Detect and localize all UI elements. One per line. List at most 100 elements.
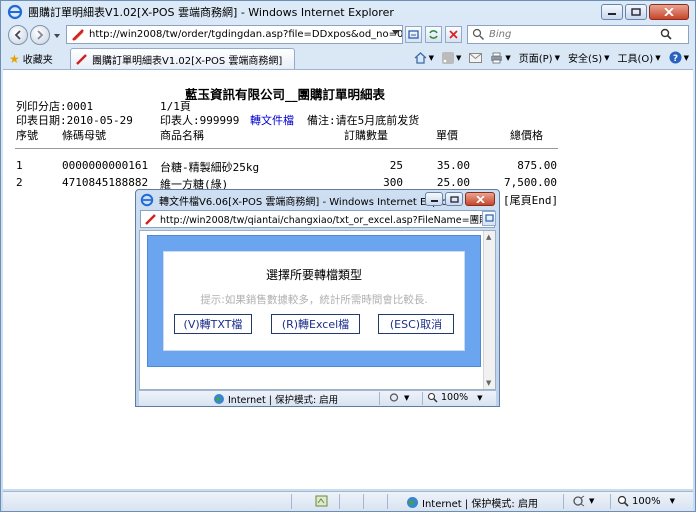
- protected-mode-icon: [573, 495, 585, 507]
- tools-menu-label: 工具(O): [617, 54, 654, 65]
- mail-icon: [469, 52, 483, 63]
- globe-icon: [214, 394, 224, 404]
- popup-maximize-button[interactable]: [445, 192, 463, 206]
- maximize-button[interactable]: [625, 4, 647, 20]
- back-button[interactable]: [8, 25, 28, 45]
- status-addon[interactable]: [315, 495, 328, 507]
- table-cell-price: 25.00: [436, 176, 470, 189]
- help-button[interactable]: ? ▼: [669, 51, 689, 64]
- popup-compatibility-button[interactable]: [482, 211, 496, 226]
- column-header-quantity: 訂購數量: [344, 129, 388, 142]
- protected-mode-icon: [389, 393, 399, 402]
- globe-icon: [407, 497, 418, 508]
- maximize-icon: [449, 195, 459, 203]
- table-cell-quantity: 300: [383, 176, 403, 189]
- search-icon[interactable]: [660, 28, 672, 40]
- table-cell-barcode: 0000000000161: [62, 159, 149, 172]
- scroll-down-icon[interactable]: ▼: [486, 379, 491, 387]
- forward-button[interactable]: [30, 25, 50, 45]
- compatibility-icon: [484, 214, 494, 222]
- report-printer: 印表人:999999: [160, 114, 240, 127]
- minimize-icon: [608, 13, 616, 15]
- popup-status-zone-label: Internet | 保护模式: 启用: [228, 395, 339, 406]
- maximize-icon: [631, 8, 641, 16]
- popup-close-button[interactable]: [465, 192, 495, 206]
- status-zone[interactable]: Internet | 保护模式: 启用: [406, 495, 538, 510]
- addon-icon: [315, 495, 328, 507]
- ie-icon: [140, 193, 154, 207]
- table-cell-barcode: 4710845188882: [62, 176, 149, 189]
- popup-title-bar: 轉文件檔V6.06[X-POS 雲端商務網] - Windows Interne…: [136, 190, 499, 210]
- print-button[interactable]: ▼: [490, 52, 511, 64]
- convert-excel-button[interactable]: (R)轉Excel檔: [271, 314, 360, 334]
- popup-protected-mode-button[interactable]: ▼: [389, 392, 409, 403]
- status-bar: Internet | 保护模式: 启用 ▼ 100% ▼: [3, 491, 693, 511]
- refresh-button[interactable]: [425, 26, 442, 43]
- mail-button[interactable]: [469, 52, 483, 63]
- search-placeholder: Bing: [489, 29, 512, 40]
- stop-button[interactable]: [445, 26, 462, 43]
- tab-label: 團購訂單明細表V1.02[X-POS 雲端商務網]: [92, 55, 283, 67]
- page-icon: [145, 213, 156, 225]
- table-cell-quantity: 25: [389, 159, 403, 172]
- popup-address-bar[interactable]: http://win2008/tw/qiantai/changxiao/txt_…: [140, 210, 495, 228]
- close-button[interactable]: [649, 4, 689, 20]
- convert-hint: 提示:如果銷售數據較多，統計所需時間會比較長.: [200, 294, 428, 306]
- compatibility-button[interactable]: [405, 26, 422, 43]
- page-menu[interactable]: 页面(P) ▼: [518, 50, 560, 66]
- arrow-left-icon: [14, 30, 21, 40]
- table-cell-total: 875.00: [517, 159, 557, 172]
- report-end-mark: [尾頁End]: [503, 194, 559, 207]
- home-button[interactable]: ▼: [414, 51, 434, 64]
- cancel-button[interactable]: (ESC)取消: [378, 314, 454, 334]
- page-icon: [76, 53, 87, 65]
- popup-zoom-control[interactable]: 100% ▼: [427, 392, 483, 403]
- popup-status-zone[interactable]: Internet | 保护模式: 启用: [213, 392, 338, 406]
- favorites-label: 收藏夹: [22, 55, 53, 66]
- column-header-barcode: 條碼母號: [62, 129, 106, 142]
- help-icon: ?: [669, 51, 682, 64]
- table-cell-seq: 2: [16, 176, 23, 189]
- report-print-date: 印表日期:2010-05-29: [16, 114, 133, 127]
- minimize-button[interactable]: [601, 4, 623, 20]
- safety-menu[interactable]: 安全(S) ▼: [568, 50, 610, 66]
- table-cell-seq: 1: [16, 159, 23, 172]
- page-icon: [72, 28, 84, 41]
- popup-zoom-level: 100%: [441, 392, 469, 403]
- popup-status-bar: Internet | 保护模式: 启用 ▼ 100% ▼: [139, 390, 496, 406]
- address-url: http://win2008/tw/order/tgdingdan.asp?fi…: [89, 29, 402, 40]
- bing-icon: [472, 28, 484, 40]
- column-header-seq: 序號: [16, 129, 38, 142]
- home-icon: [414, 51, 427, 64]
- address-bar[interactable]: http://win2008/tw/order/tgdingdan.asp?fi…: [66, 25, 403, 44]
- popup-scrollbar[interactable]: ▲ ▼: [483, 231, 495, 389]
- search-box[interactable]: Bing: [467, 25, 689, 44]
- favorites-button[interactable]: ★ 收藏夹: [9, 51, 53, 67]
- minimize-icon: [430, 199, 438, 202]
- scroll-up-icon[interactable]: ▲: [486, 233, 491, 241]
- arrow-right-icon: [37, 30, 44, 40]
- rss-icon: [441, 51, 454, 64]
- protected-mode-button[interactable]: ▼: [573, 495, 594, 507]
- zoom-control[interactable]: 100% ▼: [617, 495, 675, 507]
- convert-dialog: 選擇所要轉檔類型 提示:如果銷售數據較多，統計所需時間會比較長. (V)轉TXT…: [163, 251, 465, 351]
- popup-minimize-button[interactable]: [425, 192, 443, 206]
- compatibility-icon: [408, 30, 419, 39]
- status-zone-label: Internet | 保护模式: 启用: [422, 499, 538, 510]
- convert-txt-button[interactable]: (V)轉TXT檔: [174, 314, 252, 334]
- browser-tab[interactable]: 團購訂單明細表V1.02[X-POS 雲端商務網]: [70, 48, 295, 69]
- feeds-button[interactable]: ▼: [441, 51, 461, 64]
- page-menu-label: 页面(P): [518, 54, 553, 65]
- recent-pages-dropdown-icon[interactable]: [52, 31, 62, 41]
- tools-menu[interactable]: 工具(O) ▼: [617, 50, 661, 66]
- column-header-price: 單價: [436, 129, 458, 142]
- address-dropdown-icon[interactable]: [391, 29, 400, 37]
- convert-panel: 選擇所要轉檔類型 提示:如果銷售數據較多，統計所需時間會比較長. (V)轉TXT…: [147, 235, 481, 367]
- report-title: 藍玉資訊有限公司__團購訂單明細表: [185, 87, 386, 102]
- zoom-icon: [427, 392, 438, 403]
- printer-icon: [491, 52, 503, 63]
- convert-file-link[interactable]: 轉文件檔: [250, 112, 294, 128]
- ie-icon: [7, 4, 23, 20]
- address-row: http://win2008/tw/order/tgdingdan.asp?fi…: [1, 23, 695, 47]
- close-icon: [664, 8, 674, 16]
